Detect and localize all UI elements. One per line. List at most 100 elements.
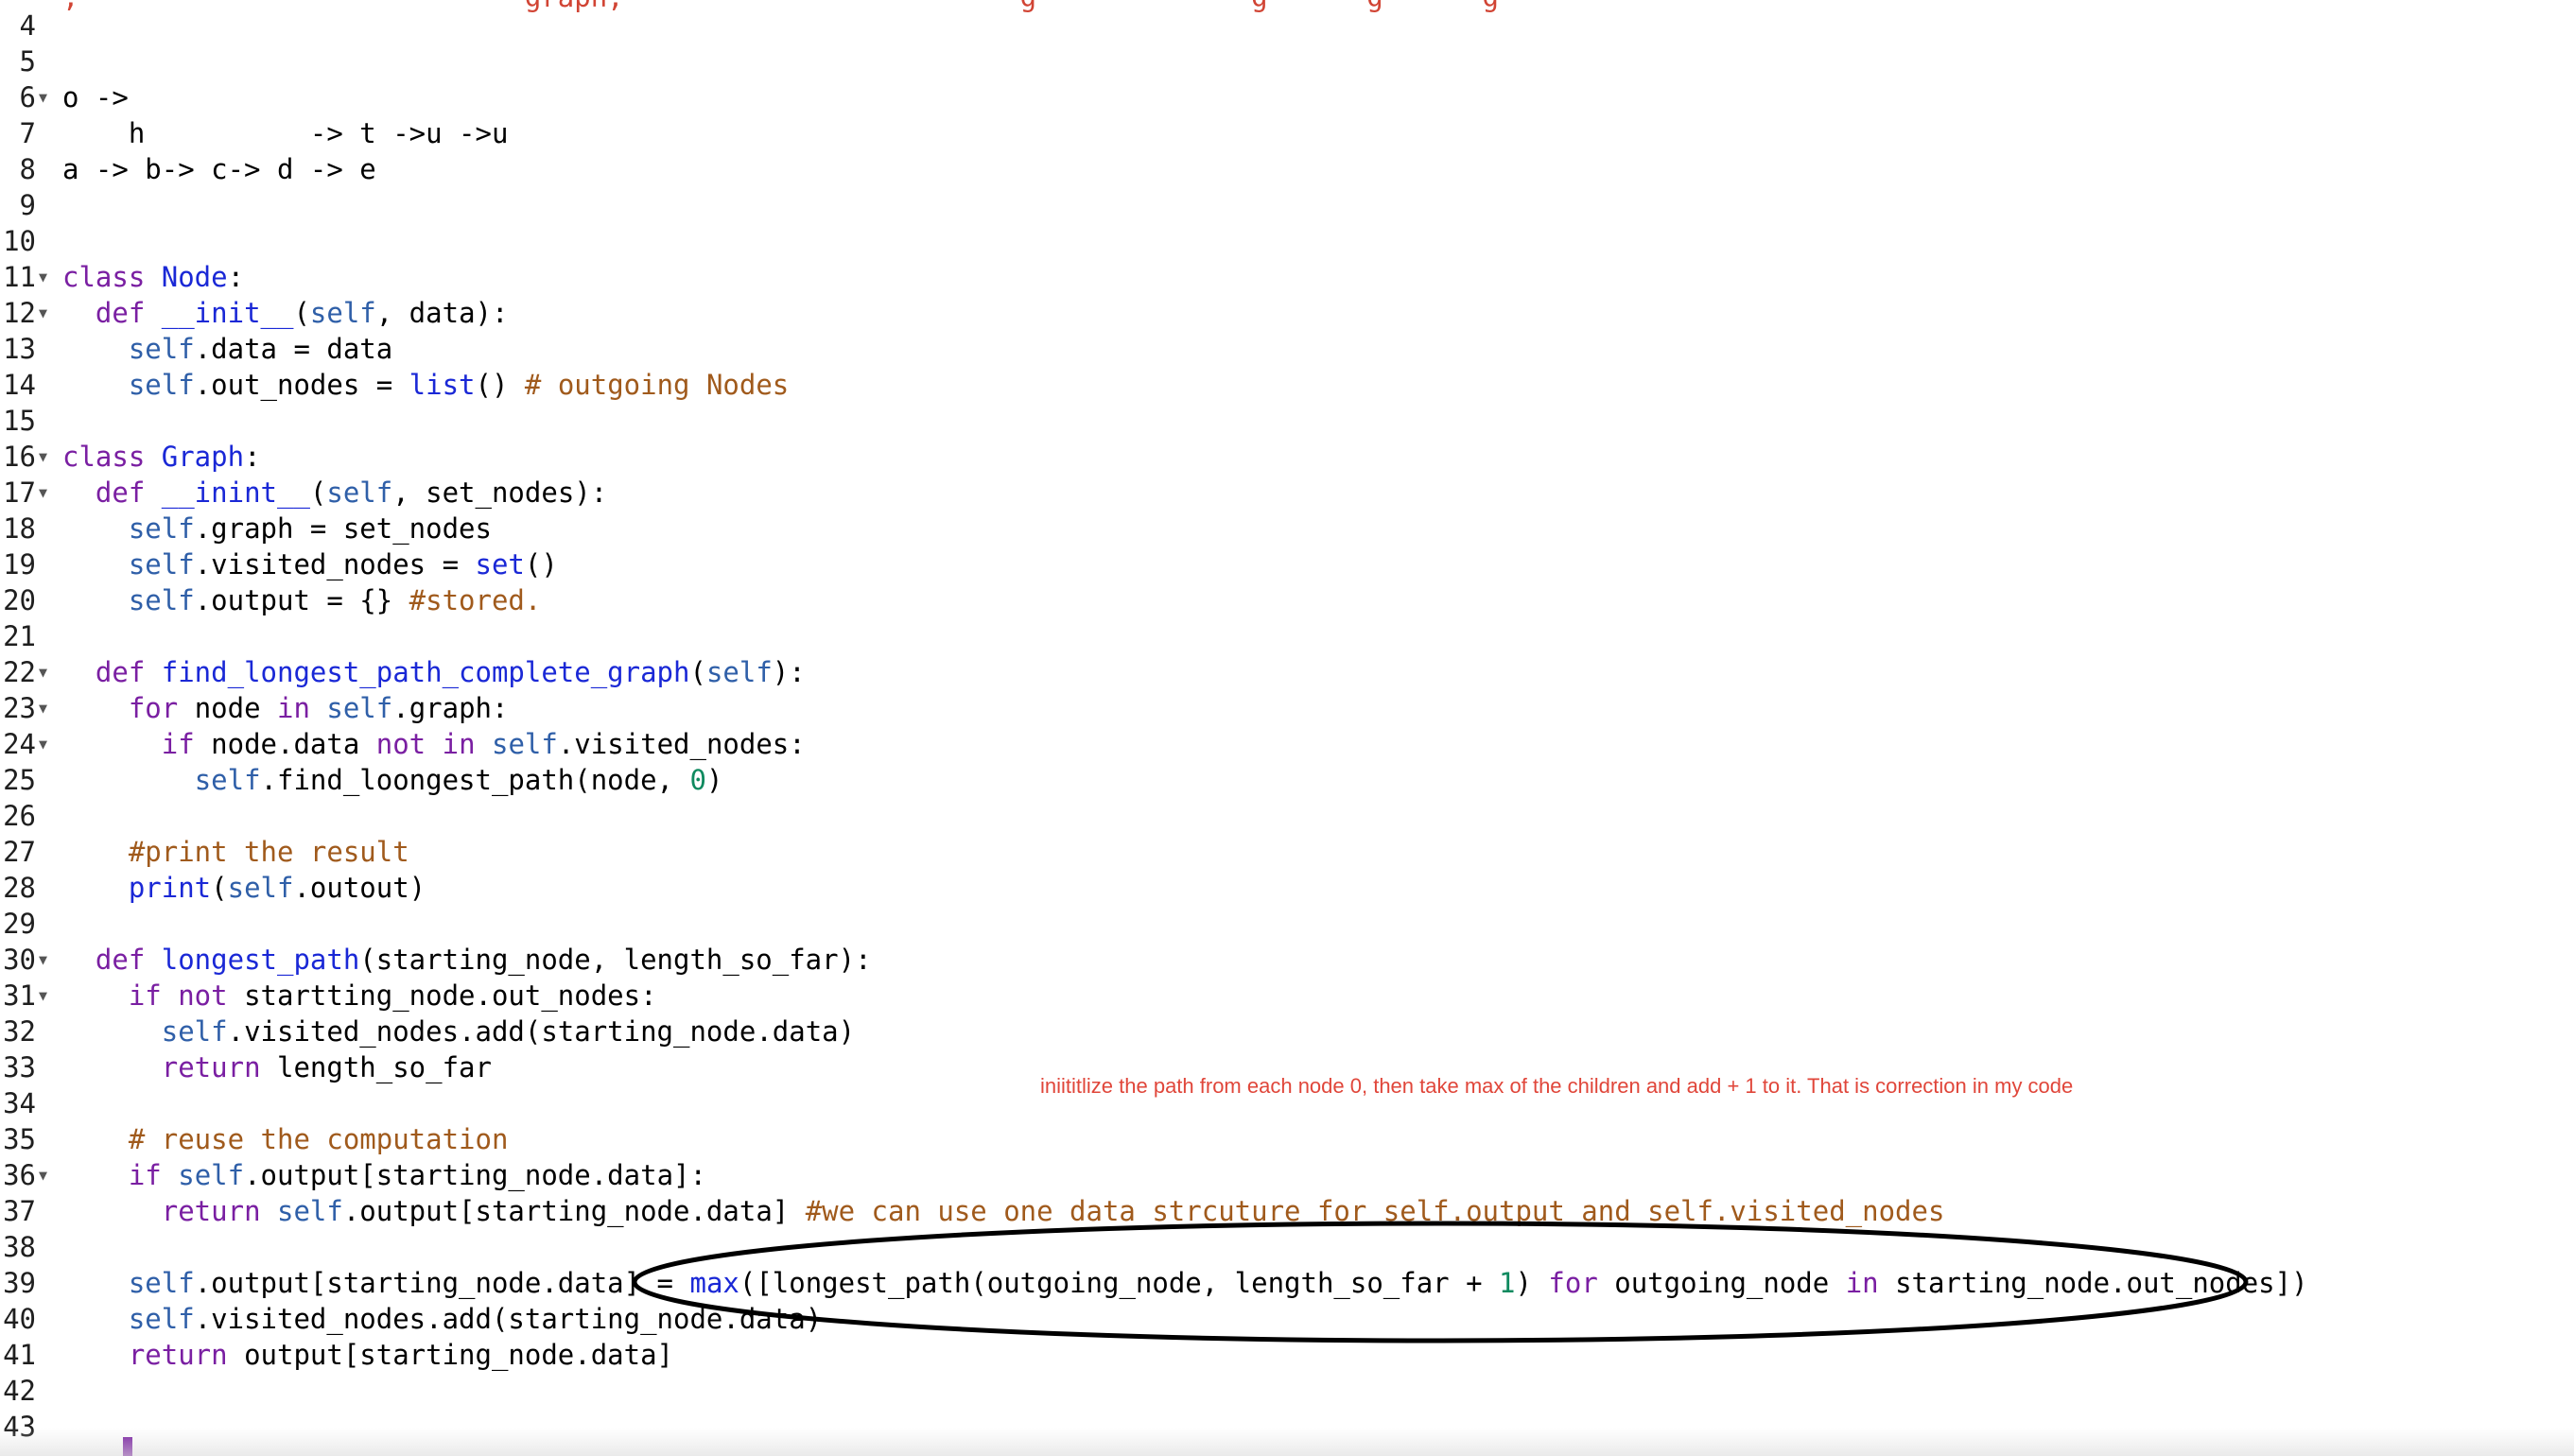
code-token: ): [705, 764, 723, 796]
code-line[interactable]: 28 print(self.outout): [0, 870, 2574, 906]
line-number: 30: [3, 944, 36, 976]
fold-arrow-icon[interactable]: ▼: [39, 726, 47, 762]
code-line[interactable]: 5: [0, 43, 2574, 79]
code-line[interactable]: 22 ▼ def find_longest_path_complete_graph…: [0, 654, 2574, 690]
code-line[interactable]: 19 self.visited_nodes = set(): [0, 546, 2574, 582]
fold-arrow-icon[interactable]: ▼: [39, 1157, 47, 1193]
code-line[interactable]: 12 ▼ def __init__(self, data):: [0, 295, 2574, 331]
code-token: node: [194, 692, 277, 724]
code-line[interactable]: 41 return output[starting_node.data]: [0, 1337, 2574, 1373]
code-line[interactable]: 37 return self.output[starting_node.data…: [0, 1193, 2574, 1229]
code-token: h -> t ->u ->u: [62, 117, 509, 149]
code-token: print: [128, 872, 212, 904]
code-token: node.data: [211, 728, 376, 760]
code-line[interactable]: 39 self.output[starting_node.data] = max…: [0, 1265, 2574, 1301]
code-token: output[starting_node.data]: [244, 1339, 674, 1371]
code-text: self.visited_nodes.add(starting_node.dat…: [62, 1301, 822, 1337]
code-editor[interactable]: , graph, g g g g 456▼o ->7 h -> t ->u ->…: [0, 0, 2574, 1456]
code-line[interactable]: 10: [0, 223, 2574, 259]
line-number: 15: [3, 405, 36, 437]
code-text: self.graph = set_nodes: [62, 511, 492, 546]
code-token: .visited_nodes.add(starting_node.data): [194, 1303, 823, 1335]
code-token: self: [128, 512, 195, 545]
code-line[interactable]: 31 ▼ if not startting_node.out_nodes:: [0, 978, 2574, 1014]
code-token: .visited_nodes:: [557, 728, 806, 760]
code-line[interactable]: 21: [0, 618, 2574, 654]
fold-arrow-icon[interactable]: ▼: [39, 295, 47, 331]
code-token: .outout): [293, 872, 426, 904]
code-line[interactable]: 13 self.data = data: [0, 331, 2574, 367]
code-token: .output = {}: [194, 584, 409, 616]
code-line[interactable]: 8 a -> b-> c-> d -> e: [0, 151, 2574, 187]
code-token: 0: [689, 764, 706, 796]
code-line[interactable]: 36 ▼ if self.output[starting_node.data]:: [0, 1157, 2574, 1193]
code-token: # outgoing Nodes: [524, 369, 790, 401]
code-token: self: [161, 1015, 228, 1048]
code-line[interactable]: 11 ▼ class Node:: [0, 259, 2574, 295]
code-line[interactable]: 26: [0, 798, 2574, 834]
code-token: set: [475, 548, 525, 581]
line-number: 8: [19, 153, 36, 185]
fold-arrow-icon[interactable]: ▼: [39, 259, 47, 295]
code-token: length_so_far: [276, 1051, 492, 1083]
code-text: if self.output[starting_node.data]:: [62, 1157, 706, 1193]
code-line[interactable]: 9: [0, 187, 2574, 223]
line-number: 41: [3, 1339, 36, 1371]
code-token: self: [705, 656, 773, 688]
code-line[interactable]: 16 ▼ class Graph:: [0, 439, 2574, 475]
code-line[interactable]: 40 self.visited_nodes.add(starting_node.…: [0, 1301, 2574, 1337]
code-line[interactable]: 23 ▼ for node in self.graph:: [0, 690, 2574, 726]
code-text: print(self.outout): [62, 870, 426, 906]
code-token: self: [128, 333, 195, 365]
code-token: # reuse the computation: [128, 1123, 509, 1155]
code-line[interactable]: 30 ▼ def longest_path(starting_node, leng…: [0, 942, 2574, 978]
code-line[interactable]: 38: [0, 1229, 2574, 1265]
line-number: 22: [3, 656, 36, 688]
fold-arrow-icon[interactable]: ▼: [39, 942, 47, 978]
code-line[interactable]: 42: [0, 1373, 2574, 1409]
fold-arrow-icon[interactable]: ▼: [39, 690, 47, 726]
code-token: return: [161, 1051, 277, 1083]
fold-arrow-icon[interactable]: ▼: [39, 439, 47, 475]
code-line[interactable]: 17 ▼ def __inint__(self, set_nodes):: [0, 475, 2574, 511]
code-line[interactable]: 35 # reuse the computation: [0, 1121, 2574, 1157]
code-line[interactable]: 4: [0, 8, 2574, 43]
code-line[interactable]: 25 self.find_loongest_path(node, 0): [0, 762, 2574, 798]
fold-arrow-icon[interactable]: ▼: [39, 79, 47, 115]
code-token: .find_loongest_path(node,: [260, 764, 690, 796]
code-token: (: [309, 477, 327, 509]
code-line[interactable]: 14 self.out_nodes = list() # outgoing No…: [0, 367, 2574, 403]
line-number: 21: [3, 620, 36, 652]
code-token: 1: [1499, 1267, 1516, 1299]
code-line[interactable]: 18 self.graph = set_nodes: [0, 511, 2574, 546]
code-token: max: [689, 1267, 739, 1299]
code-token: longest_path: [161, 944, 360, 976]
code-line[interactable]: 27 #print the result: [0, 834, 2574, 870]
code-text: def __inint__(self, set_nodes):: [62, 475, 607, 511]
line-number: 29: [3, 908, 36, 940]
line-number: 20: [3, 584, 36, 616]
code-token: self: [128, 369, 195, 401]
code-line[interactable]: 20 self.output = {} #stored.: [0, 582, 2574, 618]
code-line[interactable]: 32 self.visited_nodes.add(starting_node.…: [0, 1014, 2574, 1049]
code-line[interactable]: 6 ▼ o ->: [0, 79, 2574, 115]
code-line[interactable]: 24 ▼ if node.data not in self.visited_nod…: [0, 726, 2574, 762]
code-token: a -> b-> c-> d -> e: [62, 153, 376, 185]
fold-arrow-icon[interactable]: ▼: [39, 978, 47, 1014]
code-token: starting_node.out_nodes]): [1895, 1267, 2308, 1299]
fold-arrow-icon[interactable]: ▼: [39, 475, 47, 511]
code-token: self: [326, 692, 393, 724]
fold-arrow-icon[interactable]: ▼: [39, 654, 47, 690]
code-line[interactable]: 15: [0, 403, 2574, 439]
code-text: class Node:: [62, 259, 244, 295]
code-line[interactable]: 29: [0, 906, 2574, 942]
code-line[interactable]: 7 h -> t ->u ->u: [0, 115, 2574, 151]
